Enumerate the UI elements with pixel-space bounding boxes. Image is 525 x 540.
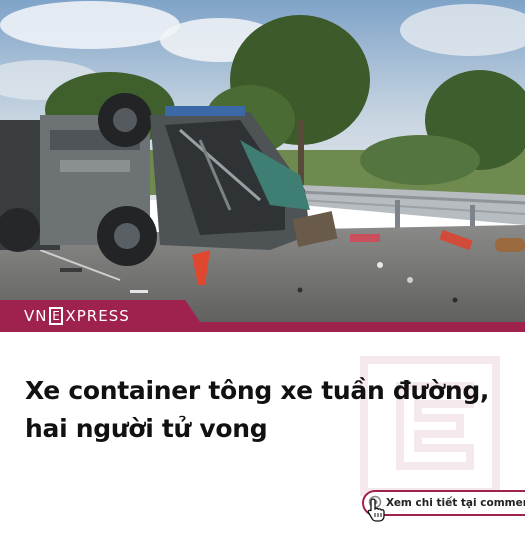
- accident-photo: [0, 0, 525, 330]
- headline: Xe container tông xe tuần đường, hai ngư…: [25, 372, 515, 448]
- brand-logo-suffix: XPRESS: [65, 307, 130, 325]
- see-details-label: Xem chi tiết tại comment: [386, 497, 525, 509]
- headline-line-2: hai người tử vong: [25, 414, 268, 443]
- brand-logo-letter: E: [49, 307, 64, 325]
- brand-banner: VN E XPRESS: [0, 300, 525, 332]
- brand-logo-prefix: VN: [24, 307, 48, 325]
- headline-line-1: Xe container tông xe tuần đường,: [25, 376, 490, 405]
- brand-logo: VN E XPRESS: [24, 306, 130, 326]
- hand-pointer-icon: [367, 498, 385, 522]
